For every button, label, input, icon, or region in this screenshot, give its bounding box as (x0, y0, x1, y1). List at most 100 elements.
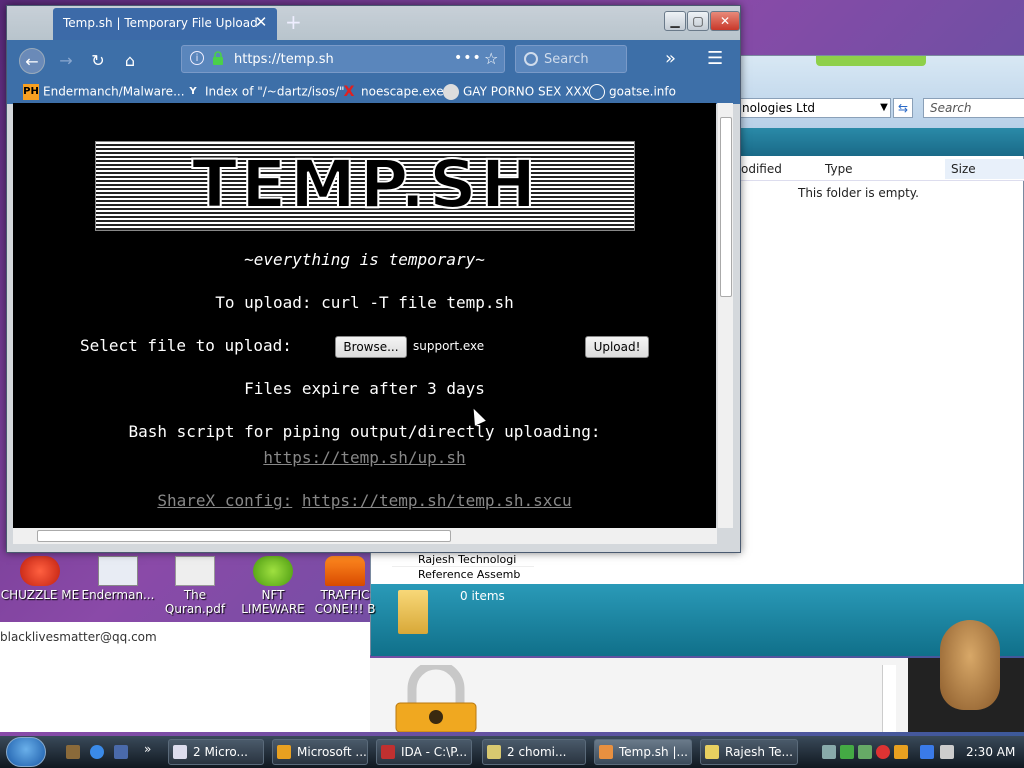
firefox-icon (599, 745, 613, 759)
bookmark-label: Index of "/~dartz/isos/" (205, 84, 345, 99)
bash-script-link[interactable]: https://temp.sh/up.sh (13, 448, 716, 467)
explorer-address-bar[interactable]: nologies Ltd (737, 98, 891, 118)
taskbar-item[interactable]: Rajesh Te... (700, 739, 798, 765)
explorer-details-pane: 0 items (371, 584, 1024, 656)
taskbar-item-active[interactable]: Temp.sh |... (594, 739, 692, 765)
taskbar-item-label: Temp.sh |... (619, 745, 688, 759)
clock[interactable]: 2:30 AM (966, 745, 1015, 759)
minimize-button[interactable]: ▁ (664, 11, 686, 31)
selected-filename: support.exe (413, 339, 485, 353)
taskbar-item-label: 2 chomi... (507, 745, 567, 759)
chuzzle-icon (20, 556, 60, 586)
email-address: blacklivesmatter@qq.com (0, 630, 157, 644)
quicklaunch-icon[interactable] (66, 745, 80, 759)
desktop-icon-enderman[interactable]: Enderman... (78, 556, 158, 602)
maximize-button[interactable]: ▢ (687, 11, 709, 31)
desktop-icon-traffic-cone[interactable]: TRAFFIC CONE!!! B (310, 556, 380, 616)
overflow-chevron-icon[interactable]: » (665, 48, 676, 69)
bookmark-dartz-isos[interactable]: Y Index of "/~dartz/isos/" (185, 84, 345, 100)
more-chevron-icon[interactable]: » (144, 742, 151, 756)
scroll-thumb[interactable] (720, 117, 732, 297)
upload-button[interactable]: Upload! (585, 336, 649, 358)
window-icon (98, 556, 138, 586)
tab-bar: Temp.sh | Temporary File Upload ✕ + ▁ ▢ … (7, 6, 740, 40)
close-tab-icon[interactable]: ✕ (253, 14, 269, 30)
tray-icon[interactable] (822, 745, 836, 759)
tray-icon[interactable] (858, 745, 872, 759)
desktop-icon[interactable] (114, 745, 128, 759)
limewire-icon (253, 556, 293, 586)
bookmark-star-icon[interactable]: ☆ (484, 49, 498, 68)
taskbar-item[interactable]: 2 Micro... (168, 739, 264, 765)
hamburger-menu-icon[interactable]: ☰ (707, 48, 723, 69)
sharex-link[interactable]: https://temp.sh/temp.sh.sxcu (302, 491, 572, 510)
banner-text: TEMP.SH (191, 145, 540, 224)
url-bar[interactable]: i https://temp.sh ••• ☆ (181, 45, 505, 73)
lock-icon[interactable] (212, 51, 224, 65)
ida-icon (381, 745, 395, 759)
select-file-label: Select file to upload: (80, 336, 292, 355)
bookmark-goatse[interactable]: goatse.info (589, 84, 676, 100)
chevron-down-icon[interactable]: ▼ (877, 100, 891, 116)
scrollbar[interactable] (882, 665, 896, 732)
desktop-icon-quran[interactable]: The Quran.pdf (155, 556, 235, 616)
desktop-icon-chuzzle[interactable]: CHUZZLE ME (0, 556, 80, 602)
desktop-icon-label: Enderman... (81, 588, 155, 602)
volume-icon[interactable] (940, 745, 954, 759)
tray-icon[interactable] (840, 745, 854, 759)
network-icon[interactable] (920, 745, 934, 759)
temp-sh-banner-logo: TEMP.SH (95, 141, 635, 231)
desktop-icon-nft-limeware[interactable]: NFT LIMEWARE (233, 556, 313, 616)
taskbar-item[interactable]: Microsoft ... (272, 739, 368, 765)
sharex-config: ShareX config: https://temp.sh/temp.sh.s… (13, 491, 716, 510)
taskbar-item[interactable]: 2 chomi... (482, 739, 586, 765)
vertical-scrollbar[interactable] (717, 103, 733, 528)
scroll-thumb[interactable] (37, 530, 451, 542)
explorer-close-edge[interactable] (816, 56, 926, 66)
hamster-mascot (940, 620, 1000, 710)
bookmarks-toolbar: PH Endermanch/Malware... Y Index of "/~dar… (7, 80, 740, 104)
tray-icon[interactable] (894, 745, 908, 759)
tree-item[interactable]: Reference Assemb (392, 567, 534, 581)
page-actions-icon[interactable]: ••• (454, 50, 482, 66)
bookmark-endermanch[interactable]: PH Endermanch/Malware... (23, 84, 185, 100)
bookmark-gay-porno[interactable]: GAY PORNO SEX XXX (443, 84, 590, 100)
expire-notice: Files expire after 3 days (244, 379, 485, 398)
home-icon[interactable]: ⌂ (117, 48, 143, 74)
taskbar-item-label: Microsoft ... (297, 745, 367, 759)
column-size[interactable]: Size (945, 159, 1024, 179)
column-type[interactable]: Type (825, 162, 853, 176)
search-input[interactable]: Search (515, 45, 627, 73)
pornhub-icon: PH (23, 84, 39, 100)
refresh-icon[interactable]: ⇆ (893, 98, 913, 118)
window-close-button[interactable]: ✕ (710, 11, 740, 31)
tree-item[interactable]: Rajesh Technologi (392, 552, 534, 567)
explorer-search-input[interactable]: Search (923, 98, 1024, 118)
bash-script-label: Bash script for piping output/directly u… (128, 422, 601, 441)
bookmark-noescape[interactable]: Xnoescape.exe (341, 84, 444, 100)
globe-icon (589, 84, 605, 100)
tab-temp-sh[interactable]: Temp.sh | Temporary File Upload (53, 8, 277, 40)
horizontal-scrollbar[interactable] (13, 528, 717, 544)
item-count: 0 items (460, 589, 505, 603)
reload-icon[interactable]: ↻ (85, 48, 111, 74)
start-button[interactable] (6, 737, 46, 767)
back-arrow-icon[interactable]: ← (19, 48, 45, 74)
new-tab-icon[interactable]: + (285, 12, 305, 32)
info-icon[interactable]: i (190, 51, 204, 65)
folder-icon (398, 590, 428, 634)
pdf-icon (175, 556, 215, 586)
column-modified[interactable]: odified (741, 162, 782, 176)
browse-button[interactable]: Browse... (335, 336, 407, 358)
curl-instruction: To upload: curl -T file temp.sh (215, 293, 514, 312)
page-content: TEMP.SH ~everything is temporary~ To upl… (13, 103, 716, 528)
forward-arrow-icon[interactable]: → (53, 48, 79, 74)
browser-icon[interactable] (90, 745, 104, 759)
column-headers: odified Type Size (737, 159, 1024, 181)
tray-error-icon[interactable] (876, 745, 890, 759)
taskbar-item[interactable]: IDA - C:\P... (376, 739, 472, 765)
desktop-icon-label: TRAFFIC CONE!!! B (314, 588, 376, 616)
taskbar-item-label: 2 Micro... (193, 745, 248, 759)
padlock-icon (395, 665, 477, 732)
x-icon: X (343, 84, 355, 100)
